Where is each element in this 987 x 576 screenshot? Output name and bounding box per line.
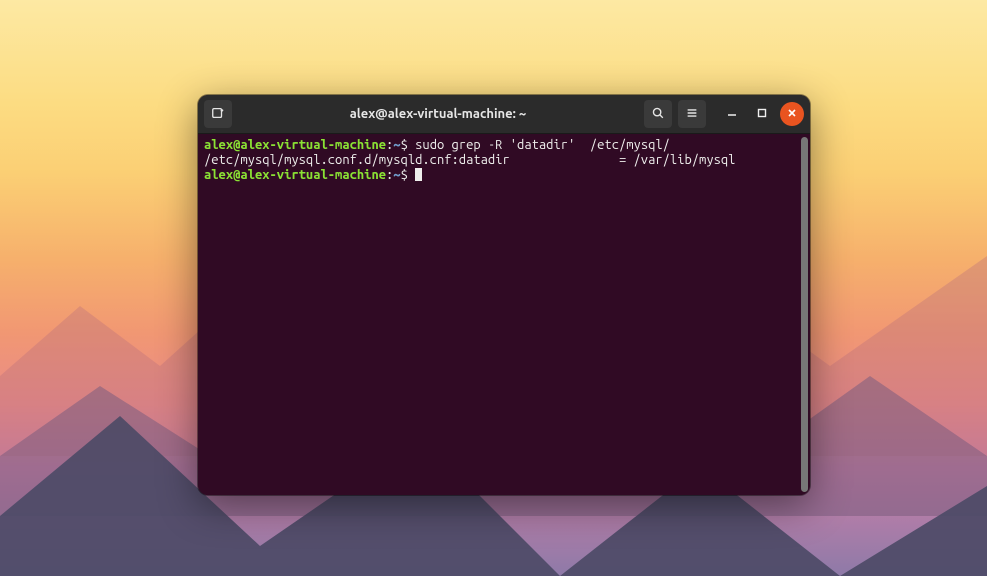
prompt-host-2: alex-virtual-machine [240, 168, 386, 182]
close-icon [787, 107, 797, 121]
new-tab-button[interactable] [204, 100, 232, 128]
prompt-path-2: ~ [393, 168, 400, 182]
prompt-host: alex-virtual-machine [240, 138, 386, 152]
close-button[interactable] [780, 102, 804, 126]
terminal-output[interactable]: alex@alex-virtual-machine:~$ sudo grep -… [204, 138, 804, 183]
output-line-1: /etc/mysql/mysql.conf.d/mysqld.cnf:datad… [204, 153, 735, 167]
terminal-cursor [415, 168, 422, 181]
prompt-user-2: alex [204, 168, 233, 182]
maximize-icon [757, 107, 767, 121]
window-title: alex@alex-virtual-machine: ~ [238, 107, 638, 121]
new-tab-icon [211, 106, 225, 123]
terminal-body[interactable]: alex@alex-virtual-machine:~$ sudo grep -… [198, 134, 810, 495]
desktop-wallpaper: alex@alex-virtual-machine: ~ [0, 0, 987, 576]
terminal-window[interactable]: alex@alex-virtual-machine: ~ [198, 95, 810, 495]
prompt-dollar-2: $ [401, 168, 408, 182]
titlebar[interactable]: alex@alex-virtual-machine: ~ [198, 95, 810, 134]
maximize-button[interactable] [750, 102, 774, 126]
minimize-button[interactable] [720, 102, 744, 126]
command-line-1: sudo grep -R 'datadir' /etc/mysql/ [408, 138, 670, 152]
minimize-icon [727, 107, 737, 121]
menu-button[interactable] [678, 100, 706, 128]
prompt-path: ~ [393, 138, 400, 152]
hamburger-menu-icon [685, 106, 699, 123]
prompt-user: alex [204, 138, 233, 152]
prompt-dollar: $ [401, 138, 408, 152]
terminal-scrollbar[interactable] [801, 137, 808, 492]
search-icon [651, 106, 665, 123]
search-button[interactable] [644, 100, 672, 128]
command-line-2 [408, 168, 415, 182]
